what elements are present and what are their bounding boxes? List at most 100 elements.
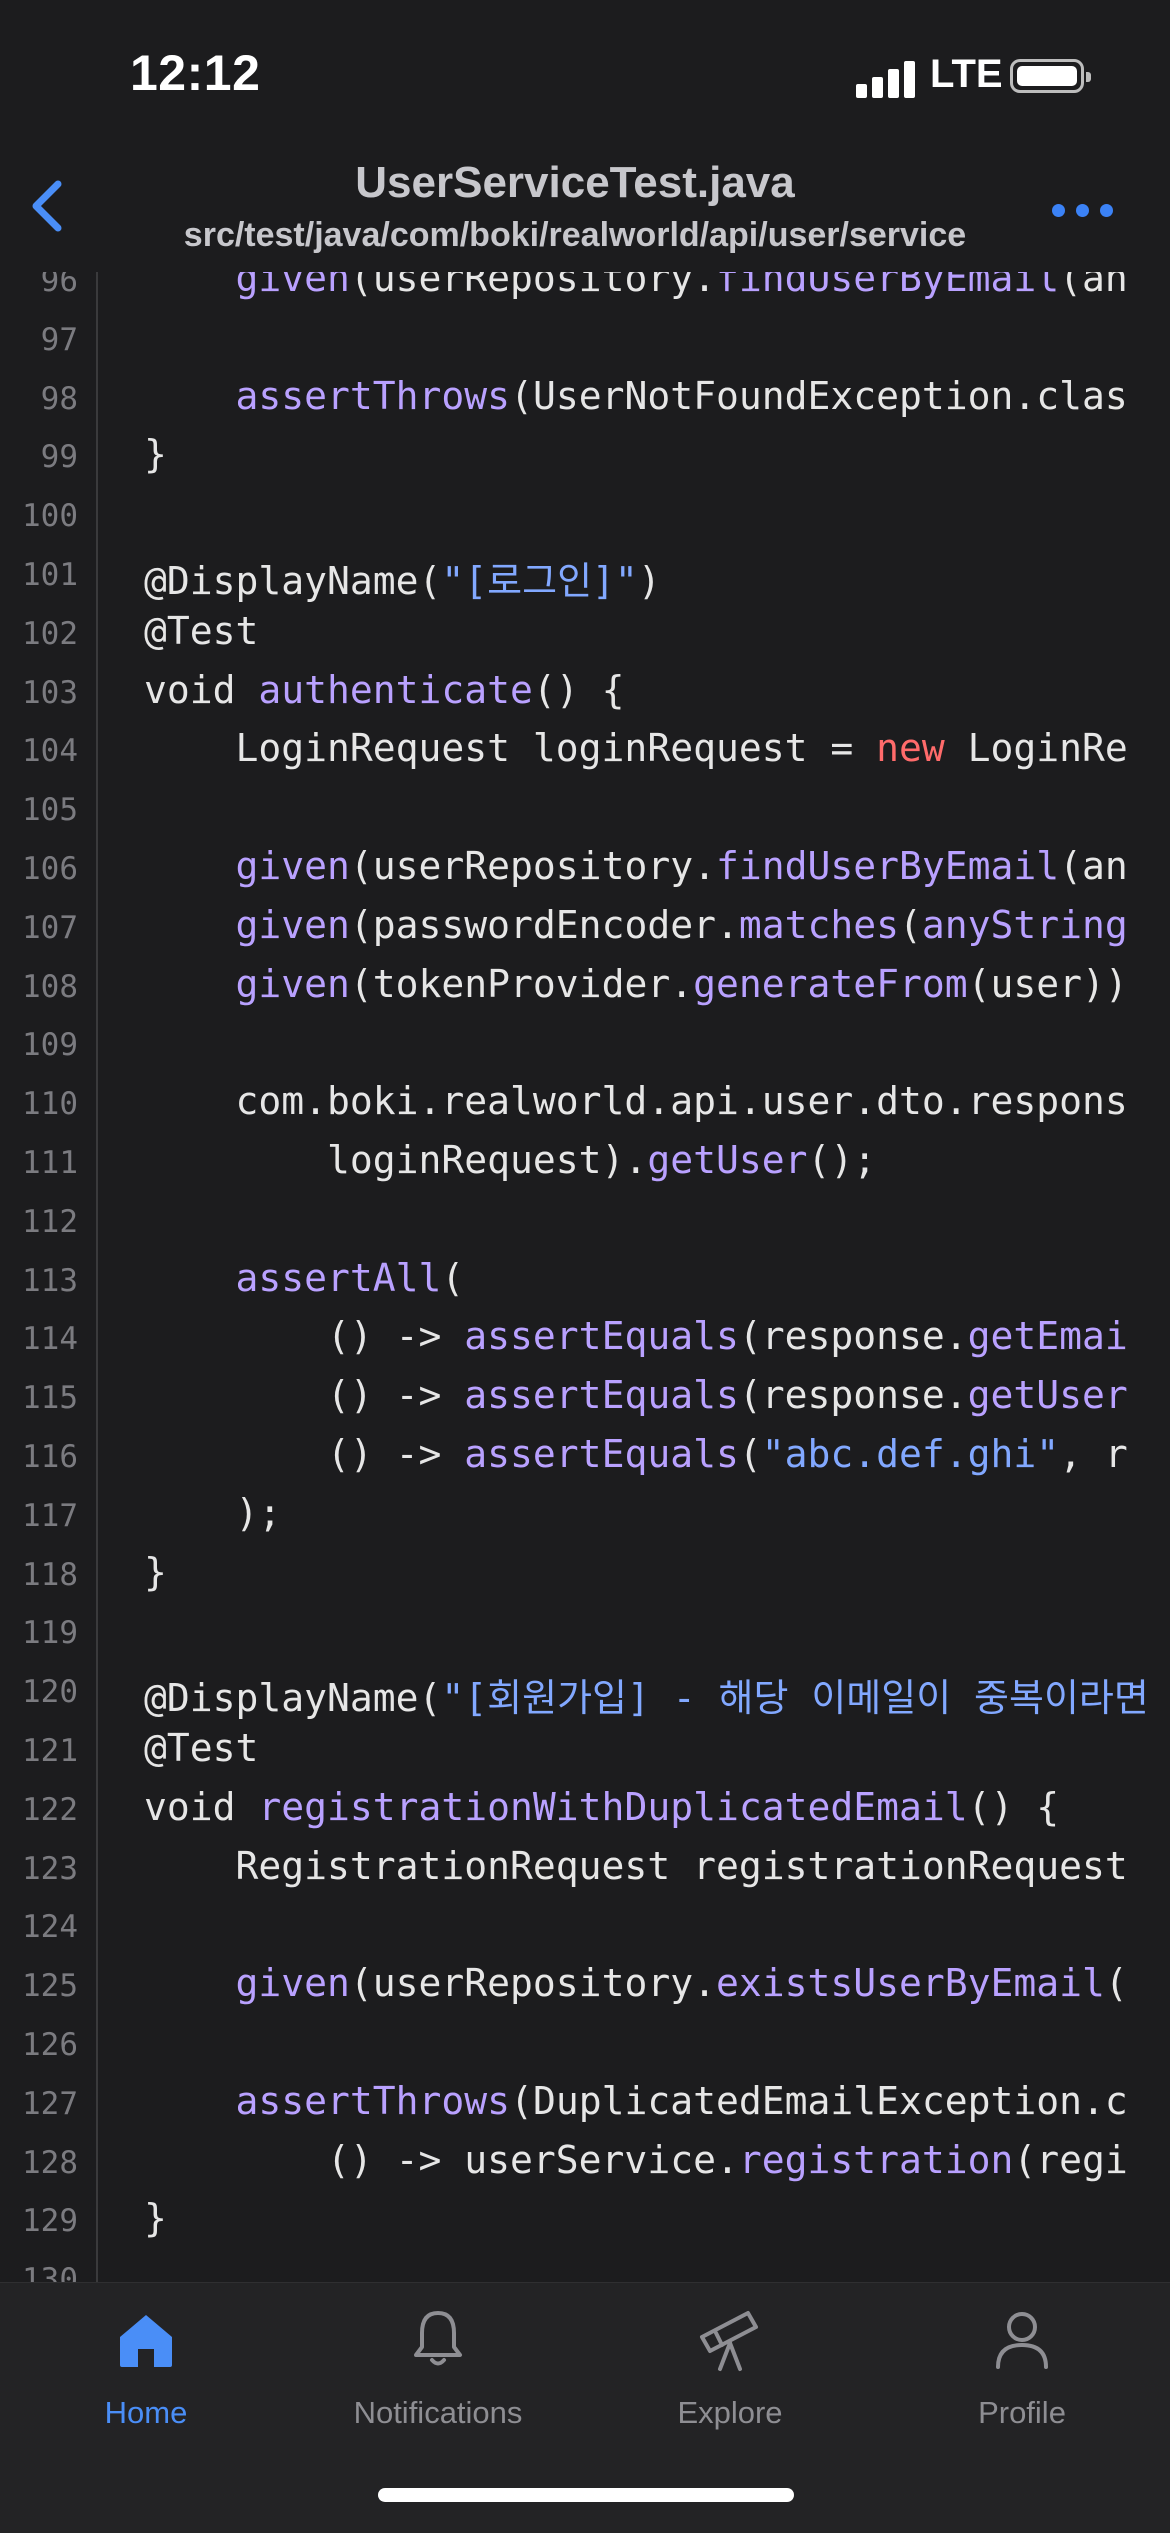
code-line: 103 void authenticate() { bbox=[0, 664, 1170, 722]
code-token: (an bbox=[1059, 844, 1128, 888]
code-line: 125 given(userRepository.existsUserByEma… bbox=[0, 1957, 1170, 2015]
code-text: assertThrows(UserNotFoundException.clas bbox=[144, 374, 1128, 418]
code-token: registration bbox=[738, 2137, 1014, 2182]
code-token: } bbox=[144, 1549, 167, 1594]
line-number: 114 bbox=[22, 1321, 78, 1358]
line-number: 105 bbox=[22, 792, 78, 829]
code-line: 122 void registrationWithDuplicatedEmail(… bbox=[0, 1781, 1170, 1839]
code-viewer[interactable]: 96 given(userRepository.findUserByEmail(… bbox=[0, 272, 1170, 2282]
line-number: 116 bbox=[22, 1439, 78, 1475]
code-text: given(userRepository.findUserByEmail(an bbox=[144, 272, 1128, 300]
code-text: () -> assertEquals(response.getUser bbox=[144, 1373, 1128, 1417]
code-token: } bbox=[144, 2196, 167, 2241]
code-line: 130 bbox=[0, 2251, 1170, 2282]
code-line: 100 bbox=[0, 487, 1170, 545]
code-token: () -> userService. bbox=[144, 2137, 739, 2182]
line-number: 106 bbox=[22, 851, 78, 887]
code-text: () -> assertEquals("abc.def.ghi", r bbox=[144, 1432, 1128, 1476]
code-token: "[로그인]" bbox=[441, 559, 638, 603]
line-number: 104 bbox=[22, 733, 78, 770]
code-token: () -> bbox=[144, 1314, 465, 1359]
code-line: 105 bbox=[0, 781, 1170, 839]
tab-explore-label: Explore bbox=[677, 2395, 783, 2430]
tab-notifications[interactable]: Notifications bbox=[292, 2283, 584, 2463]
code-token: (userRepository. bbox=[349, 844, 716, 888]
code-token: @DisplayName( bbox=[144, 1676, 442, 1721]
code-line: 104 LoginRequest loginRequest = new Logi… bbox=[0, 722, 1170, 780]
code-text: LoginRequest loginRequest = new LoginRe bbox=[144, 726, 1128, 770]
code-text: RegistrationRequest registrationRequest bbox=[144, 1844, 1128, 1888]
line-number: 130 bbox=[22, 2262, 78, 2282]
code-line: 115 () -> assertEquals(response.getUser bbox=[0, 1369, 1170, 1427]
code-token: given bbox=[235, 1961, 350, 2006]
tab-profile[interactable]: Profile bbox=[876, 2283, 1168, 2463]
line-number: 97 bbox=[40, 321, 78, 358]
line-number: 127 bbox=[22, 2085, 78, 2122]
code-line: 114 () -> assertEquals(response.getEmai bbox=[0, 1310, 1170, 1368]
line-number: 109 bbox=[22, 1027, 78, 1064]
line-number: 123 bbox=[22, 1850, 78, 1887]
code-text: given(userRepository.existsUserByEmail( bbox=[144, 1961, 1128, 2005]
line-number: 99 bbox=[40, 439, 78, 476]
line-number: 96 bbox=[40, 272, 78, 299]
line-number: 113 bbox=[22, 1262, 78, 1299]
code-token: anyString bbox=[921, 902, 1128, 947]
file-header: UserServiceTest.java src/test/java/com/b… bbox=[0, 150, 1170, 273]
code-text: given(passwordEncoder.matches(anyString bbox=[144, 903, 1128, 947]
code-line: 120 @DisplayName("[회원가입] - 해당 이메일이 중복이라면 bbox=[0, 1663, 1170, 1721]
bell-icon bbox=[414, 2311, 462, 2366]
line-number: 118 bbox=[22, 1556, 78, 1593]
line-number: 101 bbox=[22, 557, 78, 593]
code-token: getUser bbox=[647, 1138, 808, 1182]
code-token: loginRequest). bbox=[144, 1138, 648, 1182]
code-line: 99} bbox=[0, 428, 1170, 486]
code-token: () -> bbox=[144, 1432, 465, 1476]
line-number: 110 bbox=[22, 1086, 78, 1123]
tab-notifications-label: Notifications bbox=[353, 2395, 523, 2430]
code-line: 119 bbox=[0, 1604, 1170, 1662]
tab-home[interactable]: Home bbox=[0, 2283, 292, 2463]
code-token: (userRepository. bbox=[349, 272, 716, 300]
code-token: assertEquals bbox=[464, 1373, 739, 1418]
code-token: generateFrom bbox=[693, 961, 968, 1006]
code-token: assertEquals bbox=[464, 1432, 739, 1476]
code-token: , r bbox=[1059, 1432, 1128, 1476]
code-line: 116 () -> assertEquals("abc.def.ghi", r bbox=[0, 1428, 1170, 1486]
line-number: 120 bbox=[22, 1674, 78, 1711]
code-text: given(userRepository.findUserByEmail(an bbox=[144, 844, 1128, 888]
code-token: ( bbox=[738, 1432, 762, 1476]
code-token: ); bbox=[144, 1490, 282, 1535]
line-number: 107 bbox=[22, 909, 78, 946]
code-token: (regi bbox=[1013, 2137, 1128, 2182]
code-token: @Test bbox=[144, 1726, 259, 1770]
code-token: () { bbox=[532, 667, 625, 712]
code-token: assertThrows bbox=[235, 373, 511, 418]
code-line: 110 com.boki.realworld.api.user.dto.resp… bbox=[0, 1075, 1170, 1133]
more-button[interactable] bbox=[1048, 196, 1118, 226]
home-indicator bbox=[378, 2488, 794, 2502]
code-token: assertThrows bbox=[235, 2078, 511, 2123]
code-text: @DisplayName("[회원가입] - 해당 이메일이 중복이라면 bbox=[144, 1667, 1149, 1722]
tab-explore[interactable]: Explore bbox=[584, 2283, 876, 2463]
code-token: (UserNotFoundException.clas bbox=[510, 373, 1128, 418]
code-line: 111 loginRequest).getUser(); bbox=[0, 1134, 1170, 1192]
code-token: (DuplicatedEmailException.c bbox=[510, 2078, 1128, 2123]
code-token: (passwordEncoder. bbox=[349, 902, 739, 947]
battery-icon bbox=[1010, 59, 1091, 93]
status-time: 12:12 bbox=[130, 45, 261, 101]
ellipsis-icon bbox=[1052, 204, 1065, 217]
code-token: registrationWithDuplicatedEmail bbox=[258, 1784, 968, 1829]
code-text: @DisplayName("[로그인]") bbox=[144, 550, 661, 605]
code-text: () -> userService.registration(regi bbox=[144, 2138, 1128, 2182]
tab-home-label: Home bbox=[104, 2395, 188, 2430]
code-token: "[회원가입] - 해당 이메일이 중복이라면 bbox=[441, 1676, 1149, 1721]
code-text: void registrationWithDuplicatedEmail() { bbox=[144, 1785, 1059, 1829]
code-token: RegistrationRequest registrationRequest bbox=[144, 1843, 1128, 1888]
code-token: () { bbox=[967, 1784, 1060, 1829]
line-number: 125 bbox=[22, 1968, 78, 2005]
code-token: () -> bbox=[144, 1373, 465, 1418]
